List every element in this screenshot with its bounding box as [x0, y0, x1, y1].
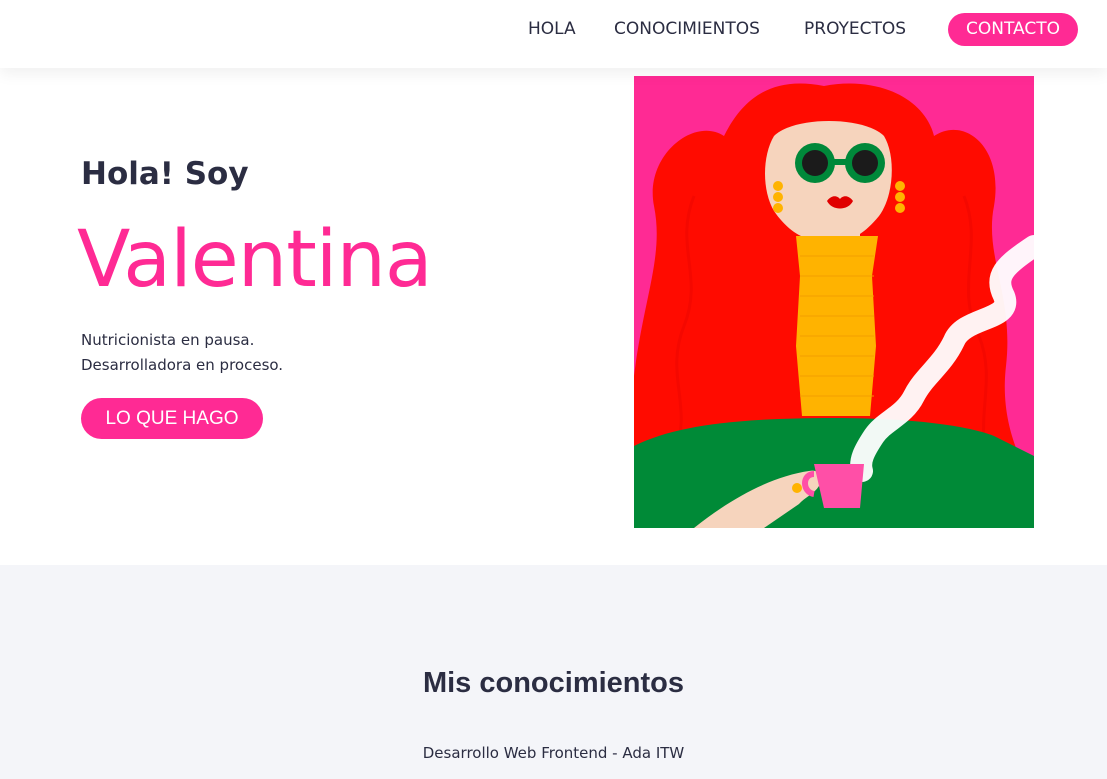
hero-section: Hola! Soy Valentina Nutricionista en pau…: [0, 68, 1107, 565]
woman-with-coffee-illustration: [634, 76, 1034, 528]
contact-button[interactable]: CONTACTO: [948, 13, 1078, 46]
hero-tagline-line-2: Desarrolladora en proceso.: [81, 356, 284, 374]
navbar: HOLA CONOCIMIENTOS PROYECTOS CONTACTO: [0, 0, 1107, 68]
nav-link-hola[interactable]: HOLA: [528, 19, 576, 39]
skills-title: Mis conocimientos: [422, 667, 685, 699]
hero-greeting: Hola! Soy: [81, 156, 249, 192]
what-i-do-button[interactable]: LO QUE HAGO: [81, 398, 263, 439]
nav-link-proyectos[interactable]: PROYECTOS: [804, 19, 906, 39]
hero-tagline-line-1: Nutricionista en pausa.: [81, 331, 255, 349]
skills-section: Mis conocimientos Desarrollo Web Fronten…: [0, 565, 1107, 779]
nav-link-conocimientos[interactable]: CONOCIMIENTOS: [614, 19, 760, 39]
skills-item: Desarrollo Web Frontend - Ada ITW: [422, 744, 685, 762]
hero-name: Valentina: [77, 215, 433, 305]
